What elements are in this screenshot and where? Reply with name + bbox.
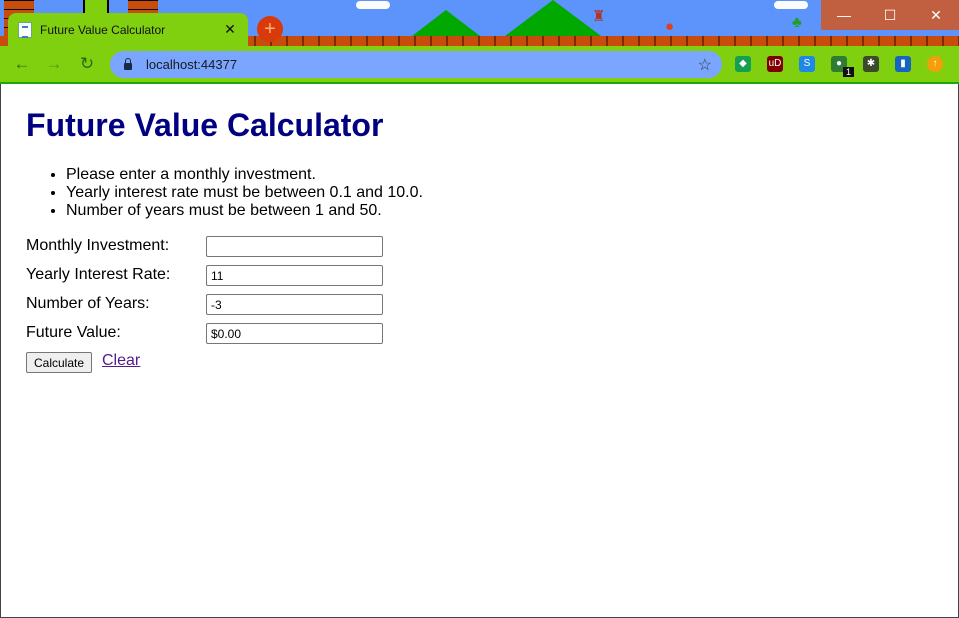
back-button[interactable]: ←: [10, 52, 34, 76]
forward-button[interactable]: →: [42, 52, 66, 76]
green-extension-icon[interactable]: ◆: [735, 56, 751, 72]
future-value-output[interactable]: [206, 323, 383, 344]
page-favicon-icon: [18, 21, 32, 38]
theme-mario-sprite: ♜: [592, 8, 606, 25]
page-viewport: Future Value Calculator Please enter a m…: [0, 84, 959, 618]
s-extension-icon[interactable]: S: [799, 56, 815, 72]
title-bar: ♜ ● ♣ Future Value Calculator ✕ + — ☐ ✕: [0, 0, 959, 46]
update-icon[interactable]: ↑: [927, 56, 943, 72]
ublock-icon[interactable]: uD: [767, 56, 783, 72]
url-text[interactable]: localhost:44377: [146, 57, 698, 72]
close-window-button[interactable]: ✕: [913, 0, 959, 30]
error-item: Number of years must be between 1 and 50…: [66, 202, 423, 220]
page-title: Future Value Calculator: [26, 107, 384, 143]
theme-cloud-decoration: [774, 1, 808, 9]
extension-badge: 1: [843, 67, 854, 77]
tab-close-icon[interactable]: ✕: [222, 21, 238, 38]
interest-rate-input[interactable]: [206, 265, 383, 286]
error-item: Please enter a monthly investment.: [66, 166, 423, 184]
theme-cloud-decoration: [356, 1, 390, 9]
maximize-button[interactable]: ☐: [867, 0, 913, 30]
monthly-investment-label: Monthly Investment:: [26, 237, 170, 254]
theme-mushroom-sprite: ●: [665, 18, 675, 35]
minimize-button[interactable]: —: [821, 0, 867, 30]
tab-title: Future Value Calculator: [40, 22, 166, 37]
profile-avatar-icon[interactable]: ▮: [895, 56, 911, 72]
clear-link[interactable]: Clear: [102, 352, 140, 370]
browser-toolbar: ← → ↻ localhost:44377 ☆ ◆ uD S ● ✱ ▮ ↑: [0, 46, 959, 82]
years-input[interactable]: [206, 294, 383, 315]
calculate-button[interactable]: Calculate: [26, 352, 93, 373]
browser-tab[interactable]: Future Value Calculator ✕: [8, 13, 248, 46]
theme-koopa-sprite: ♣: [792, 14, 802, 31]
theme-hill-decoration: [505, 0, 601, 36]
puzzle-extensions-icon[interactable]: ✱: [863, 56, 879, 72]
monthly-investment-input[interactable]: [206, 236, 383, 257]
reload-button[interactable]: ↻: [75, 52, 99, 76]
validation-error-list: Please enter a monthly investment. Yearl…: [26, 166, 423, 220]
lock-icon[interactable]: [124, 57, 132, 70]
error-item: Yearly interest rate must be between 0.1…: [66, 184, 423, 202]
new-tab-button[interactable]: +: [257, 16, 283, 42]
theme-hill-decoration: [412, 10, 480, 36]
interest-rate-label: Yearly Interest Rate:: [26, 266, 171, 283]
future-value-label: Future Value:: [26, 324, 121, 341]
address-bar[interactable]: localhost:44377 ☆: [110, 51, 722, 78]
bookmark-star-icon[interactable]: ☆: [698, 55, 712, 75]
years-label: Number of Years:: [26, 295, 150, 312]
